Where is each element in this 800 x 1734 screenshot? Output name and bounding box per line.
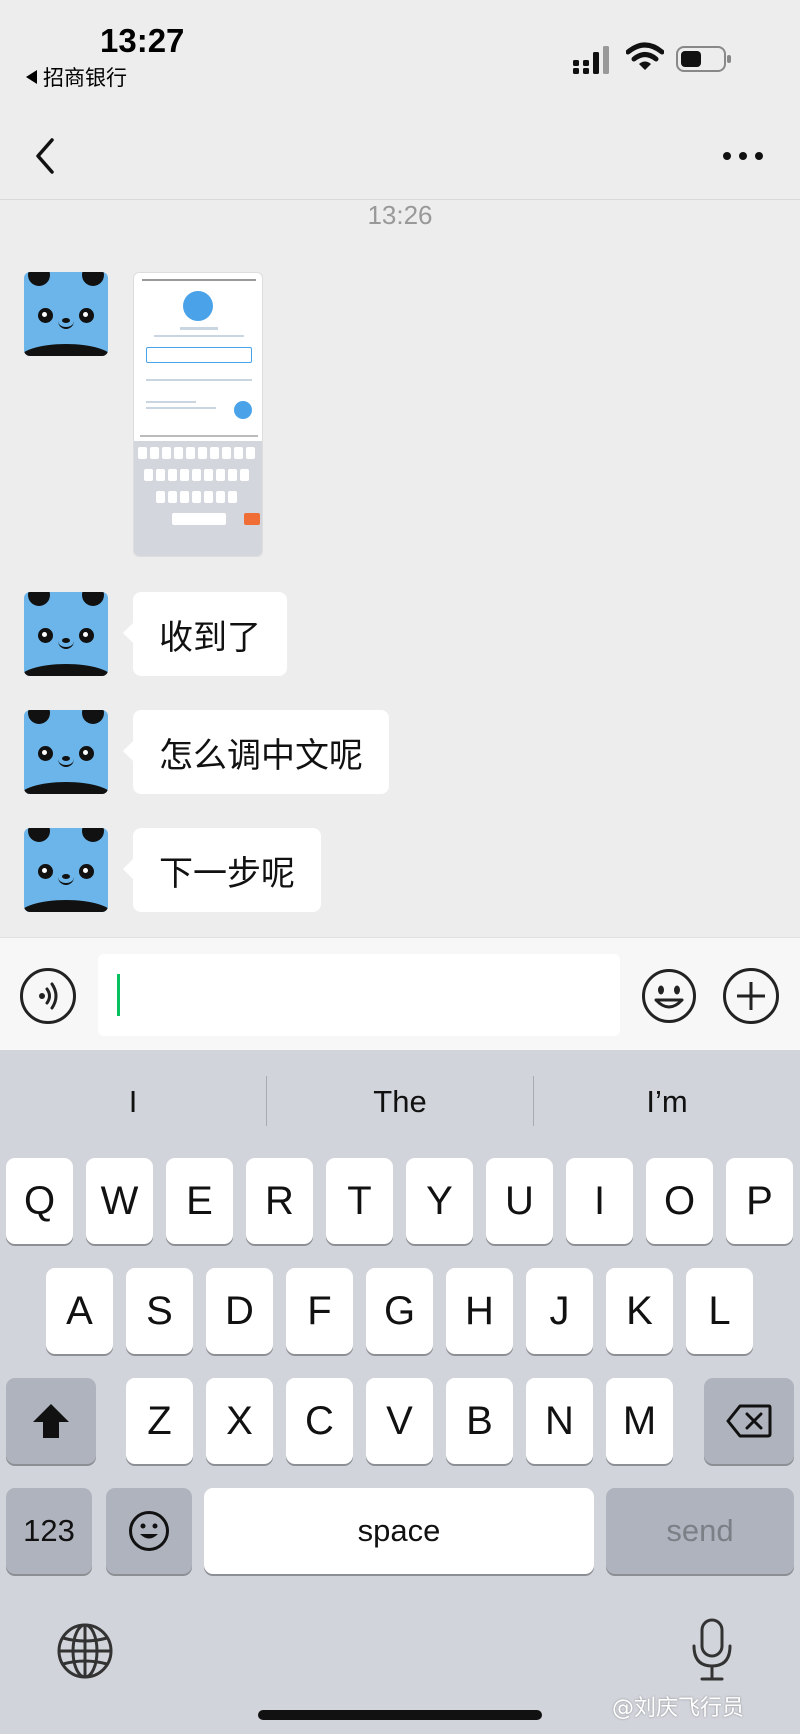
key-m[interactable]: M [606, 1378, 673, 1464]
key-o[interactable]: O [646, 1158, 713, 1244]
key-p[interactable]: P [726, 1158, 793, 1244]
watermark: @刘庆飞行员 [612, 1696, 745, 1721]
shift-key[interactable] [6, 1378, 96, 1464]
key-y[interactable]: Y [406, 1158, 473, 1244]
key-r[interactable]: R [246, 1158, 313, 1244]
key-g[interactable]: G [366, 1268, 433, 1354]
microphone-icon[interactable] [690, 1618, 734, 1682]
key-v[interactable]: V [366, 1378, 433, 1464]
emoji-icon [129, 1511, 169, 1551]
key-z[interactable]: Z [126, 1378, 193, 1464]
key-b[interactable]: B [446, 1378, 513, 1464]
message-image [24, 272, 263, 557]
key-w[interactable]: W [86, 1158, 153, 1244]
key-c[interactable]: C [286, 1378, 353, 1464]
back-triangle-icon [26, 70, 37, 84]
avatar[interactable] [24, 828, 108, 912]
message-input[interactable] [98, 954, 620, 1036]
chat-header [0, 110, 800, 200]
back-app-label: 招商银行 [43, 66, 127, 90]
key-u[interactable]: U [486, 1158, 553, 1244]
key-n[interactable]: N [526, 1378, 593, 1464]
back-to-app-link[interactable]: 招商银行 [26, 62, 127, 92]
message-bubble[interactable]: 怎么调中文呢 [123, 710, 389, 794]
screenshot-thumbnail[interactable] [133, 272, 263, 557]
chevron-left-icon[interactable] [30, 136, 60, 176]
space-key[interactable]: space [204, 1488, 594, 1574]
wifi-icon [626, 42, 664, 70]
message-text: 怎么调中文呢 [24, 710, 389, 794]
chat-input-bar [0, 937, 800, 1050]
avatar[interactable] [24, 592, 108, 676]
send-key[interactable]: send [606, 1488, 794, 1574]
suggestion-bar: I The I’m [0, 1050, 800, 1154]
key-e[interactable]: E [166, 1158, 233, 1244]
status-bar: 13:27 招商银行 [0, 0, 800, 110]
signal-icon [573, 46, 609, 74]
key-l[interactable]: L [686, 1268, 753, 1354]
key-f[interactable]: F [286, 1268, 353, 1354]
key-x[interactable]: X [206, 1378, 273, 1464]
key-t[interactable]: T [326, 1158, 393, 1244]
shift-icon [33, 1404, 69, 1438]
backspace-icon [726, 1404, 772, 1438]
emoji-icon[interactable] [641, 968, 697, 1024]
key-j[interactable]: J [526, 1268, 593, 1354]
avatar[interactable] [24, 272, 108, 356]
emoji-key[interactable] [106, 1488, 192, 1574]
status-time: 13:27 [100, 22, 185, 59]
key-k[interactable]: K [606, 1268, 673, 1354]
key-d[interactable]: D [206, 1268, 273, 1354]
key-q[interactable]: Q [6, 1158, 73, 1244]
home-indicator[interactable] [258, 1710, 542, 1720]
message-text: 下一步呢 [24, 828, 321, 912]
text-caret [117, 974, 120, 1016]
key-a[interactable]: A [46, 1268, 113, 1354]
avatar[interactable] [24, 710, 108, 794]
suggestion-1[interactable]: I [0, 1072, 266, 1132]
delete-key[interactable] [704, 1378, 794, 1464]
plus-circle-icon[interactable] [723, 968, 779, 1024]
keyboard: I The I’m Q W E R T Y U I O P A S D F G … [0, 1050, 800, 1734]
message-bubble[interactable]: 收到了 [123, 592, 287, 676]
message-text: 收到了 [24, 592, 287, 676]
suggestion-2[interactable]: The [267, 1072, 533, 1132]
suggestion-3[interactable]: I’m [534, 1072, 800, 1132]
numbers-key[interactable]: 123 [6, 1488, 92, 1574]
key-i[interactable]: I [566, 1158, 633, 1244]
battery-icon [676, 46, 731, 72]
chat-timestamp: 13:26 [367, 200, 433, 230]
voice-icon[interactable] [20, 968, 76, 1024]
key-h[interactable]: H [446, 1268, 513, 1354]
message-bubble[interactable]: 下一步呢 [123, 828, 321, 912]
globe-icon[interactable] [56, 1622, 114, 1680]
key-s[interactable]: S [126, 1268, 193, 1354]
more-dots-icon[interactable] [718, 144, 768, 168]
